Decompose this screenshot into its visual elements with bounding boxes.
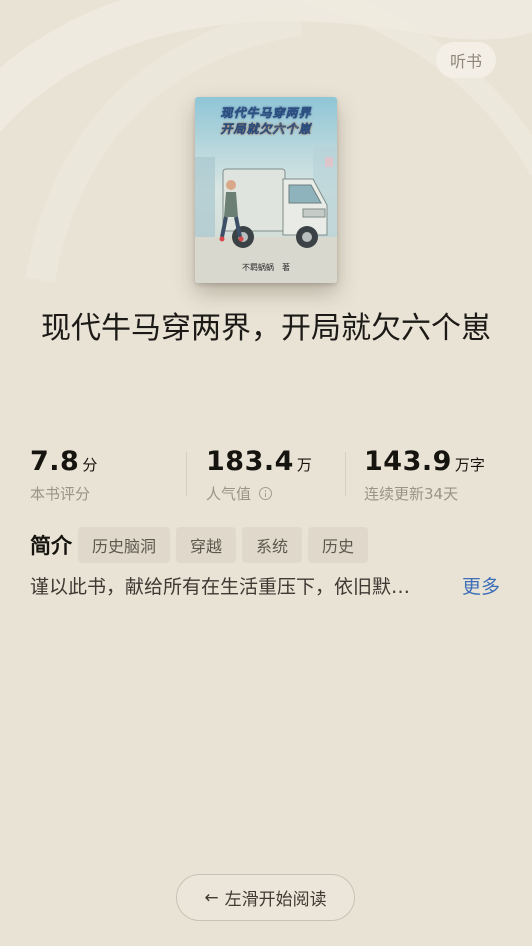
popularity-value: 183.4 [206, 446, 294, 477]
arrow-left-icon: ← [204, 887, 219, 908]
intro-row: 简介 历史脑洞 穿越 系统 历史 [30, 527, 374, 563]
stat-rating: 7.8 分 本书评分 [30, 446, 97, 504]
rating-label: 本书评分 [30, 485, 91, 503]
book-cover[interactable]: 现代牛马穿两界 开局就欠六个崽 不羁蜗蜗 著 [195, 97, 337, 283]
synopsis-text[interactable]: 谨以此书，献给所有在生活重压下，依旧默… [30, 572, 440, 599]
rating-unit: 分 [82, 456, 98, 474]
stat-words: 143.9 万字 连续更新34天 [364, 446, 485, 504]
stat-popularity[interactable]: 183.4 万 人气值 [206, 446, 312, 504]
cover-title-line1: 现代牛马穿两界 [220, 106, 312, 120]
synopsis-row: 谨以此书，献给所有在生活重压下，依旧默… 更多 [30, 568, 502, 602]
words-value: 143.9 [364, 446, 452, 477]
tag-item[interactable]: 穿越 [176, 527, 237, 563]
words-unit: 万字 [454, 456, 485, 474]
popularity-label: 人气值 [206, 485, 252, 503]
start-reading-label: 左滑开始阅读 [224, 890, 327, 910]
book-title: 现代牛马穿两界，开局就欠六个崽 [41, 311, 491, 346]
popularity-unit: 万 [296, 456, 312, 474]
start-reading-button[interactable]: ← 左滑开始阅读 [176, 874, 355, 921]
divider [345, 452, 346, 496]
more-link[interactable]: 更多 [462, 572, 500, 599]
tag-item[interactable]: 历史 [308, 527, 369, 563]
cover-title: 现代牛马穿两界 开局就欠六个崽 [201, 105, 331, 137]
words-label: 连续更新34天 [364, 485, 459, 503]
popularity-label-row: 人气值 [206, 483, 312, 504]
rating-value: 7.8 [30, 446, 80, 477]
intro-label: 简介 [30, 534, 72, 558]
stats-row: 7.8 分 本书评分 183.4 万 人气值 143.9 万字 连续更新34天 [30, 446, 502, 506]
cover-author: 不羁蜗蜗 著 [242, 263, 290, 272]
tag-item[interactable]: 系统 [242, 527, 303, 563]
info-icon[interactable] [259, 487, 273, 500]
cover-title-line2: 开局就欠六个崽 [220, 122, 312, 137]
divider [186, 452, 187, 496]
tag-item[interactable]: 历史脑洞 [78, 527, 171, 563]
listen-button[interactable]: 听书 [436, 42, 496, 78]
